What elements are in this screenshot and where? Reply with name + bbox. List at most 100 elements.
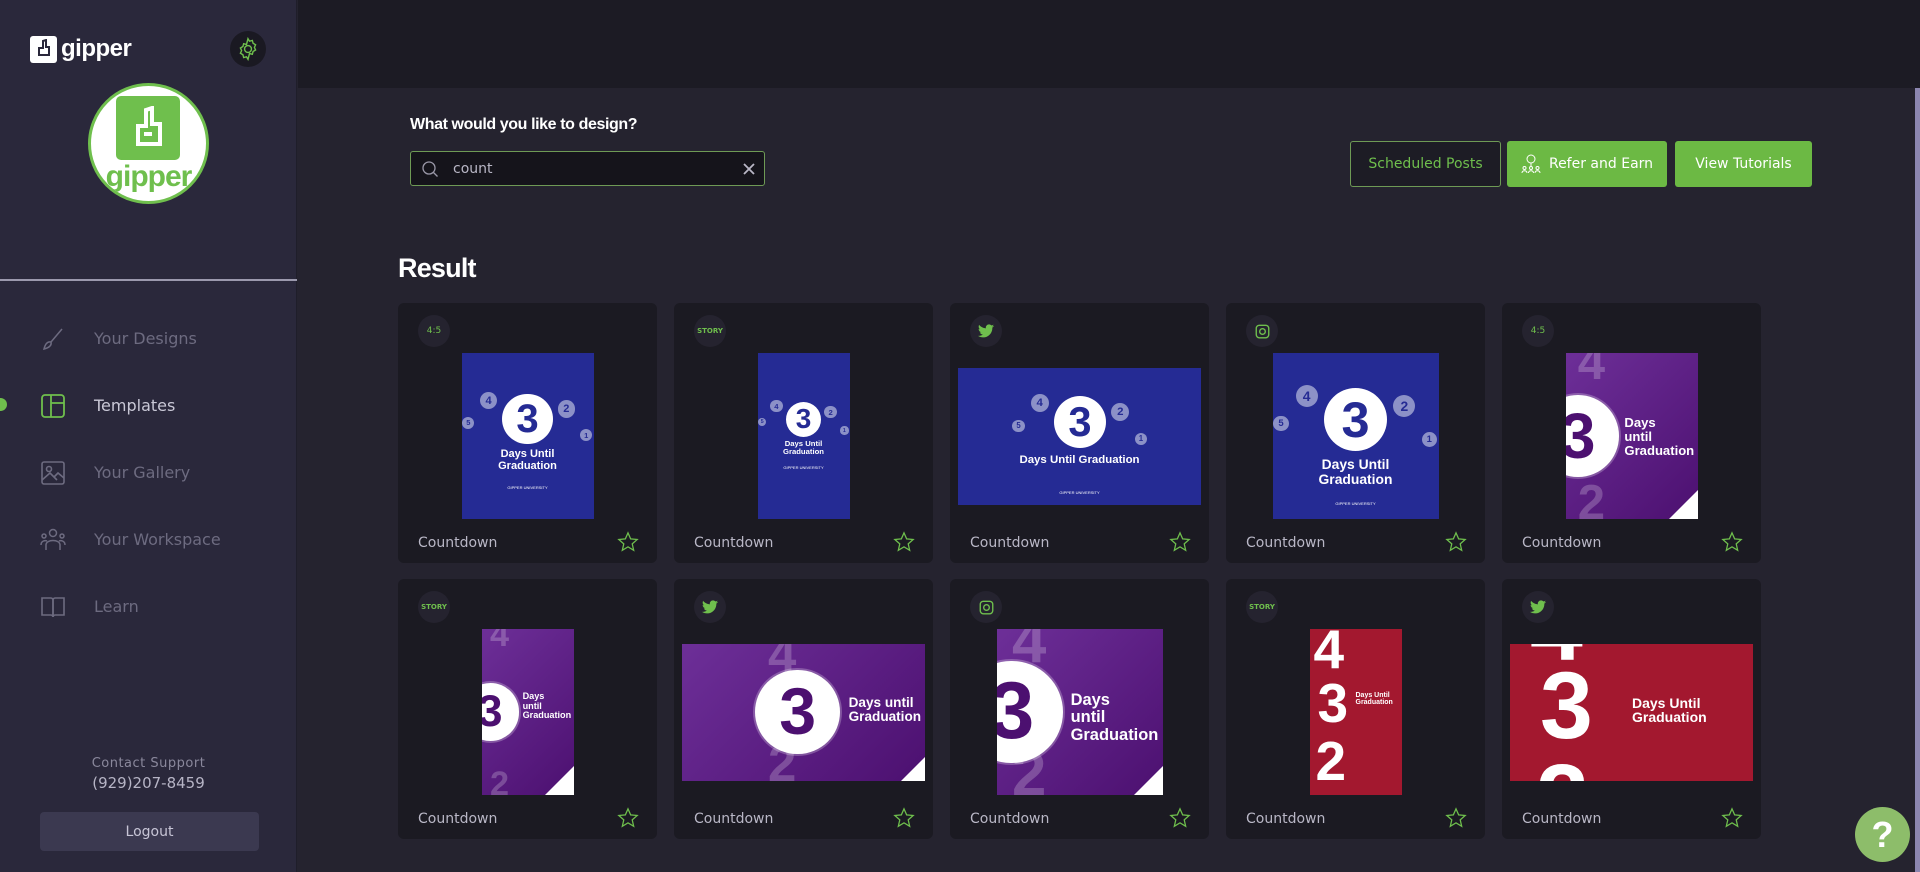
- brand-logo[interactable]: gipper: [30, 35, 132, 63]
- scheduled-posts-button[interactable]: Scheduled Posts: [1350, 141, 1501, 187]
- corner-accent: [901, 756, 925, 781]
- sidebar-item-your-designs[interactable]: Your Designs: [0, 305, 297, 372]
- favorite-star-icon[interactable]: [617, 807, 639, 829]
- template-thumbnail[interactable]: 4 2 5 1 3 Days Until Graduation GIPPER U…: [958, 367, 1201, 505]
- template-thumbnail[interactable]: 4 2 5 1 3 Days Until Graduation GIPPER U…: [757, 353, 850, 519]
- template-thumbnail[interactable]: 4 2 3 Days until Graduation: [996, 629, 1163, 795]
- format-badge: STORY: [418, 591, 450, 623]
- format-badge: STORY: [1246, 591, 1278, 623]
- favorite-star-icon[interactable]: [1445, 807, 1467, 829]
- number-bubble: 1: [1134, 432, 1148, 446]
- template-card[interactable]: 4 2 5 1 3 Days Until Graduation GIPPER U…: [1226, 303, 1485, 563]
- brush-icon: [40, 326, 66, 352]
- thumbnail-area: 4 2 5 1 3 Days Until Graduation GIPPER U…: [958, 353, 1201, 519]
- top-header: [298, 0, 1920, 88]
- number-bubble: 2: [1393, 395, 1416, 418]
- refer-and-earn-button[interactable]: Refer and Earn: [1507, 141, 1667, 187]
- thumb-subtitle: GIPPER UNIVERSITY: [1059, 489, 1100, 495]
- thumbnail-area: 4 2 3 Days until Graduation: [958, 629, 1201, 795]
- template-card[interactable]: 4:5 4 2 3 Days until Graduation Countdow…: [1502, 303, 1761, 563]
- support-label: Contact Support: [91, 756, 206, 771]
- favorite-star-icon[interactable]: [1169, 531, 1191, 553]
- favorite-star-icon[interactable]: [1721, 531, 1743, 553]
- format-badge-label: STORY: [1249, 603, 1275, 611]
- big-number-circle: 3: [1053, 396, 1107, 449]
- thumbnail-area: 4 3 2 Days Until Graduation: [1234, 629, 1477, 795]
- help-button[interactable]: ?: [1855, 807, 1910, 862]
- favorite-star-icon[interactable]: [1169, 807, 1191, 829]
- thumb-subtitle: GIPPER UNIVERSITY: [507, 484, 548, 490]
- favorite-star-icon[interactable]: [1445, 531, 1467, 553]
- format-badge: [694, 591, 726, 623]
- template-thumbnail[interactable]: 4 2 5 1 3 Days Until Graduation GIPPER U…: [461, 353, 594, 519]
- refer-and-earn-label: Refer and Earn: [1548, 156, 1654, 172]
- sidebar-item-your-gallery[interactable]: Your Gallery: [0, 439, 297, 506]
- result-heading: Result: [398, 253, 477, 283]
- number-bubble: 2: [824, 406, 837, 419]
- twitter-icon: [1530, 600, 1546, 614]
- favorite-star-icon[interactable]: [893, 531, 915, 553]
- corner-accent: [1668, 490, 1698, 519]
- sidebar-item-your-workspace[interactable]: Your Workspace: [0, 506, 297, 573]
- support-phone[interactable]: (929)207-8459: [0, 774, 297, 792]
- template-card[interactable]: 4 3 2 Days Until Graduation Countdown: [1502, 579, 1761, 839]
- workspace-avatar[interactable]: gipper: [88, 83, 209, 204]
- big-number-circle: 3: [481, 683, 519, 741]
- corner-accent: [1133, 766, 1163, 795]
- format-badge: 4:5: [418, 315, 450, 347]
- twitter-icon: [978, 324, 994, 338]
- big-number-circle: 3: [786, 401, 821, 437]
- favorite-star-icon[interactable]: [617, 531, 639, 553]
- format-badge: [970, 315, 1002, 347]
- template-thumbnail[interactable]: 4 3 2 Days Until Graduation: [1510, 643, 1753, 781]
- template-card[interactable]: 4 2 3 Days until Graduation Countdown: [950, 579, 1209, 839]
- template-card[interactable]: 4 2 3 Days until Graduation Countdown: [674, 579, 933, 839]
- template-card[interactable]: 4:5 4 2 5 1 3 Days Until Graduation GIPP…: [398, 303, 657, 563]
- logout-button[interactable]: Logout: [40, 812, 259, 851]
- thumb-headline: Days Until Graduation: [1632, 694, 1707, 726]
- thumb-headline: Days Until Graduation: [1019, 453, 1140, 466]
- template-thumbnail[interactable]: 4 2 3 Days until Graduation: [1565, 353, 1698, 519]
- sidebar-item-label: Learn: [94, 597, 139, 616]
- template-thumbnail[interactable]: 4 2 3 Days until Graduation: [481, 629, 574, 795]
- template-name: Countdown: [1246, 535, 1326, 551]
- template-thumbnail[interactable]: 4 2 3 Days until Graduation: [682, 643, 925, 781]
- template-card[interactable]: 4 2 5 1 3 Days Until Graduation GIPPER U…: [950, 303, 1209, 563]
- favorite-star-icon[interactable]: [1721, 807, 1743, 829]
- template-card[interactable]: STORY 4 2 5 1 3 Days Until Graduation GI…: [674, 303, 933, 563]
- number-bubble: 4: [770, 400, 783, 413]
- sidebar-item-templates[interactable]: Templates: [0, 372, 297, 439]
- layout-icon: [40, 393, 66, 419]
- view-tutorials-label: View Tutorials: [1695, 156, 1792, 172]
- stacked-number: 2: [1315, 730, 1347, 792]
- scrollbar[interactable]: [1915, 88, 1920, 872]
- template-name: Countdown: [970, 535, 1050, 551]
- favorite-star-icon[interactable]: [893, 807, 915, 829]
- thumb-headline: Days Until Graduation: [1318, 456, 1393, 487]
- thumb-headline: Days Until Graduation: [782, 439, 824, 457]
- main-content: What would you like to design? Scheduled…: [298, 88, 1920, 872]
- settings-button[interactable]: [230, 31, 266, 67]
- clear-search-button[interactable]: [734, 154, 764, 184]
- big-number-circle: 3: [755, 669, 841, 755]
- template-thumbnail[interactable]: 4 3 2 Days Until Graduation: [1309, 629, 1402, 795]
- view-tutorials-button[interactable]: View Tutorials: [1675, 141, 1812, 187]
- template-card[interactable]: STORY 4 3 2 Days Until Graduation Countd…: [1226, 579, 1485, 839]
- ghost-number: 4: [490, 629, 510, 655]
- template-name: Countdown: [1522, 535, 1602, 551]
- instagram-icon: [979, 600, 993, 614]
- search-input[interactable]: [453, 160, 734, 177]
- search-box: [410, 151, 765, 186]
- number-bubble: 5: [1012, 419, 1025, 433]
- template-card[interactable]: STORY 4 2 3 Days until Graduation Countd…: [398, 579, 657, 839]
- gear-icon: [239, 36, 257, 62]
- template-thumbnail[interactable]: 4 2 5 1 3 Days Until Graduation GIPPER U…: [1272, 353, 1439, 519]
- format-badge: [1246, 315, 1278, 347]
- sidebar-item-learn[interactable]: Learn: [0, 573, 297, 640]
- sidebar-item-label: Your Gallery: [94, 463, 191, 482]
- number-bubble: 2: [557, 400, 576, 418]
- brand-name: gipper: [61, 35, 132, 62]
- template-name: Countdown: [694, 535, 774, 551]
- format-badge: STORY: [694, 315, 726, 347]
- thumb-headline: Days until Graduation: [1624, 415, 1695, 458]
